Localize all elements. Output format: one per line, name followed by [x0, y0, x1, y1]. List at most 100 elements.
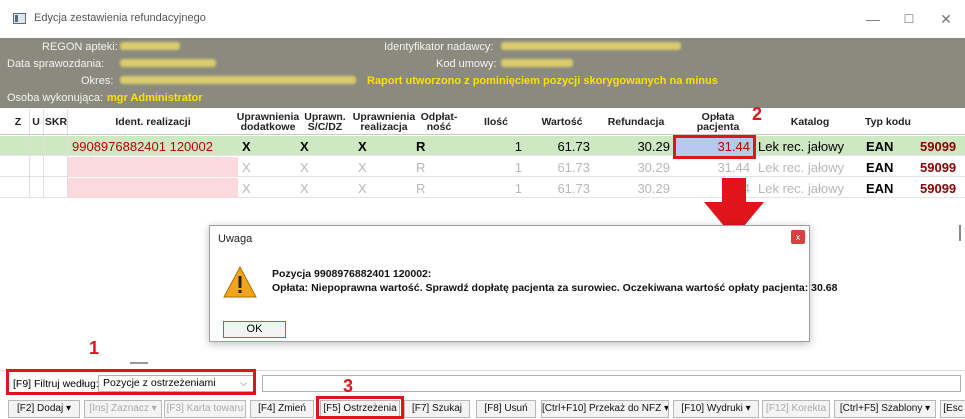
correction-button[interactable]: [F12] Korekta — [762, 400, 830, 418]
scrollbar-thumb[interactable] — [959, 225, 961, 241]
col-header-z[interactable]: Z — [12, 109, 24, 135]
sender-id-label: Identyfikator nadawcy: — [384, 41, 494, 53]
col-header-u[interactable]: U — [30, 109, 42, 135]
operator-value: mgr Administrator — [107, 92, 203, 104]
row-upr-real: X — [358, 138, 367, 154]
row-kod: 59099 — [920, 180, 957, 196]
select-button[interactable]: [Ins] Zaznacz ▾ — [84, 400, 162, 418]
row-wartosc: 61.73 — [557, 180, 590, 196]
dialog-message-line2: Opłata: Niepoprawna wartość. Sprawdź dop… — [272, 282, 838, 294]
col-header-refundacja[interactable]: Refundacja — [598, 109, 674, 135]
row-katalog: Lek rec. jałowy — [758, 138, 844, 154]
highlight-box-oplata — [673, 135, 756, 159]
search-button[interactable]: [F7] Szukaj — [404, 400, 470, 418]
row-refundacja: 30.29 — [637, 159, 670, 175]
col-header-ilosc[interactable]: Ilość — [466, 109, 526, 135]
row-typ: EAN — [866, 180, 894, 196]
table-row[interactable]: X X X R 1 61.73 30.29 31.44 Lek rec. jał… — [0, 157, 965, 177]
highlight-box-filter — [6, 369, 256, 395]
row-ilosc: 1 — [514, 138, 522, 154]
col-header-katalog[interactable]: Katalog — [764, 109, 856, 135]
ok-button[interactable]: OK — [223, 321, 286, 338]
callout-number-3: 3 — [343, 376, 354, 396]
col-header-upr-scdz[interactable]: Uprawn. S/C/DZ — [298, 109, 352, 135]
panel-splitter-handle[interactable] — [130, 362, 148, 364]
col-header-ident[interactable]: Ident. realizacji — [68, 109, 238, 135]
minimize-button[interactable]: — — [858, 8, 888, 30]
filter-search-input[interactable] — [262, 375, 961, 392]
period-value-redacted — [120, 75, 356, 87]
operator-label: Osoba wykonująca: — [7, 92, 103, 104]
window-app-icon — [13, 13, 26, 24]
contract-code-label: Kod umowy: — [436, 58, 497, 70]
period-note: Raport utworzono z pominięciem pozycji s… — [367, 75, 718, 87]
col-header-upr-real[interactable]: Uprawnienia realizacja — [353, 109, 415, 135]
callout-number-1: 1 — [89, 338, 100, 358]
row-odplat: R — [416, 180, 426, 196]
table-row[interactable]: 9908976882401 120002 X X X R 1 61.73 30.… — [0, 136, 965, 156]
row-katalog: Lek rec. jałowy — [758, 159, 844, 175]
refund-items-grid: Z U SKR Ident. realizacji Uprawnienia do… — [0, 109, 965, 198]
window-title: Edycja zestawienia refundacyjnego — [34, 12, 206, 24]
row-oplata: 31.44 — [717, 159, 750, 175]
row-odplat: R — [416, 159, 426, 175]
callout-number-2: 2 — [752, 104, 763, 124]
add-button[interactable]: [F2] Dodaj ▾ — [8, 400, 80, 418]
report-date-label: Data sprawozdania: — [7, 58, 105, 70]
row-ident — [68, 178, 238, 198]
edit-button[interactable]: [F4] Zmień — [250, 400, 314, 418]
sender-id-value-redacted — [501, 41, 681, 53]
column-divider — [43, 109, 44, 197]
period-label: Okres: — [81, 75, 114, 87]
row-upr-scdz: X — [300, 138, 309, 154]
row-kod: 59099 — [920, 159, 957, 175]
col-header-odplat[interactable]: Odpłat-ność — [414, 109, 464, 135]
row-ilosc: 1 — [514, 180, 522, 196]
regon-label: REGON apteki: — [42, 41, 118, 53]
close-button[interactable]: ✕ — [931, 8, 961, 30]
warning-dialog: Uwaga x Pozycja 9908976882401 120002: Op… — [209, 225, 837, 342]
bottom-toolbar: [F2] Dodaj ▾ [Ins] Zaznacz ▾ [F3] Karta … — [0, 398, 965, 419]
row-wartosc: 61.73 — [557, 138, 590, 154]
contract-code-value-redacted — [501, 58, 573, 70]
title-bar: Edycja zestawienia refundacyjnego — ☐ ✕ — [0, 0, 965, 38]
row-odplat: R — [416, 138, 426, 154]
col-header-skr[interactable]: SKR — [44, 109, 68, 135]
warning-icon — [223, 266, 257, 298]
row-refundacja: 30.29 — [637, 180, 670, 196]
row-kod: 59099 — [920, 138, 957, 154]
table-row[interactable]: X X X R 1 61.73 30.29 4 Lek rec. jałowy … — [0, 178, 965, 198]
row-ilosc: 1 — [514, 159, 522, 175]
templates-button[interactable]: [Ctrl+F5] Szablony ▾ — [834, 400, 936, 418]
delete-button[interactable]: [F8] Usuń — [476, 400, 536, 418]
row-typ: EAN — [866, 159, 894, 175]
row-ident: 9908976882401 120002 — [72, 138, 213, 154]
dialog-message-line1: Pozycja 9908976882401 120002: — [272, 268, 432, 280]
report-date-value-redacted — [120, 58, 216, 70]
col-header-wartosc[interactable]: Wartość — [530, 109, 594, 135]
escape-button[interactable]: [Esc — [940, 400, 965, 418]
col-header-oplata[interactable]: Opłata pacjenta — [682, 109, 754, 135]
row-upr-real: X — [358, 159, 367, 175]
row-ident — [68, 157, 238, 177]
row-upr-real: X — [358, 180, 367, 196]
highlight-box-warnings — [316, 396, 404, 419]
row-katalog: Lek rec. jałowy — [758, 180, 844, 196]
dialog-title: Uwaga — [218, 233, 253, 245]
row-wartosc: 61.73 — [557, 159, 590, 175]
prints-button[interactable]: [F10] Wydruki ▾ — [673, 400, 759, 418]
row-upr-scdz: X — [300, 159, 309, 175]
row-upr-dod: X — [242, 180, 251, 196]
maximize-button[interactable]: ☐ — [894, 8, 924, 30]
col-header-typ[interactable]: Typ kodu — [862, 109, 914, 135]
report-info-panel: REGON apteki: Data sprawozdania: Okres: … — [0, 38, 965, 108]
dialog-body: Pozycja 9908976882401 120002: Opłata: Ni… — [211, 252, 837, 312]
row-typ: EAN — [866, 138, 894, 154]
column-divider — [29, 109, 30, 197]
regon-value-redacted — [120, 41, 180, 53]
col-header-upr-dod[interactable]: Uprawnienia dodatkowe — [237, 109, 299, 135]
row-refundacja: 30.29 — [637, 138, 670, 154]
dialog-close-button[interactable]: x — [791, 230, 805, 244]
send-to-nfz-button[interactable]: [Ctrl+F10] Przekaż do NFZ ▾ — [541, 400, 669, 418]
product-card-button[interactable]: [F3] Karta towaru — [164, 400, 246, 418]
